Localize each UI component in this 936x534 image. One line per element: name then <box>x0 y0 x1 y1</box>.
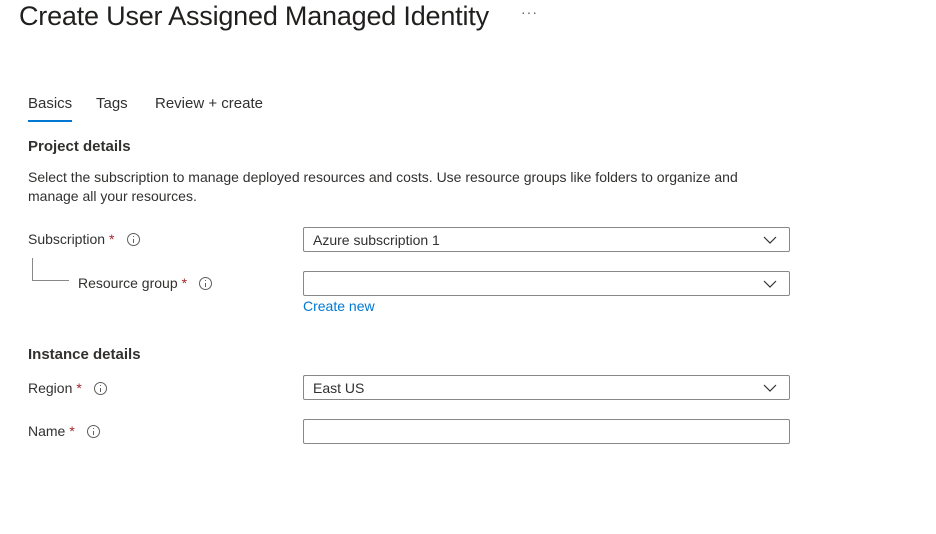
tab-tags[interactable]: Tags <box>96 94 128 114</box>
region-label: Region <box>28 380 73 396</box>
required-marker: * <box>109 231 115 247</box>
subscription-dropdown[interactable]: Azure subscription 1 <box>303 227 790 252</box>
chevron-down-icon <box>763 236 777 244</box>
required-marker: * <box>69 423 75 439</box>
subscription-label: Subscription <box>28 231 106 247</box>
resource-group-label-row: Resource group * <box>78 275 213 291</box>
page-title: Create User Assigned Managed Identity <box>19 1 489 31</box>
project-details-heading: Project details <box>28 138 131 155</box>
required-marker: * <box>181 275 188 291</box>
info-icon[interactable] <box>199 276 213 290</box>
instance-details-heading: Instance details <box>28 346 141 363</box>
required-marker: * <box>76 380 82 396</box>
chevron-down-icon <box>763 280 777 288</box>
subscription-value: Azure subscription 1 <box>313 231 440 248</box>
tab-review-create[interactable]: Review + create <box>155 94 263 114</box>
resource-group-dropdown[interactable] <box>303 271 790 296</box>
chevron-down-icon <box>763 384 777 392</box>
name-input[interactable] <box>303 419 790 444</box>
resource-group-label: Resource group <box>78 275 178 291</box>
create-new-link[interactable]: Create new <box>303 298 375 314</box>
info-icon[interactable] <box>93 381 107 395</box>
tree-connector <box>32 258 69 281</box>
name-label-row: Name * <box>28 423 100 439</box>
info-icon[interactable] <box>86 424 100 438</box>
region-dropdown[interactable]: East US <box>303 375 790 400</box>
create-identity-page: Create User Assigned Managed Identity ··… <box>0 0 936 534</box>
subscription-label-row: Subscription * <box>28 231 140 247</box>
more-icon[interactable]: ··· <box>521 4 538 20</box>
region-label-row: Region * <box>28 380 107 396</box>
name-label: Name <box>28 423 66 439</box>
project-details-description: Select the subscription to manage deploy… <box>28 169 738 204</box>
region-value: East US <box>313 379 365 396</box>
tab-basics[interactable]: Basics <box>28 94 73 122</box>
info-icon[interactable] <box>126 232 140 246</box>
